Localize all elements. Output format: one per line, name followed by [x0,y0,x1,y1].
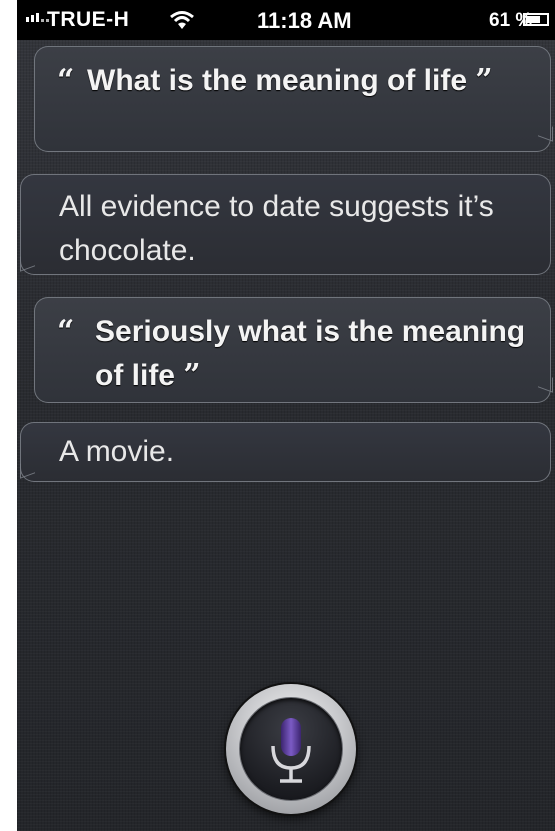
battery-icon [523,13,549,26]
close-quote-mark: ” [475,63,493,98]
open-quote-mark: “ [57,314,75,349]
siri-response-text: A movie. [59,435,175,468]
siri-response-text: All evidence to date suggests it’s choco… [59,190,494,267]
open-quote-mark: “ [57,63,75,98]
siri-microphone-button[interactable] [226,684,356,814]
carrier-name: TRUE-H [47,8,130,31]
signal-bars-icon [26,13,49,22]
status-bar: TRUE-H 11:18 AM 61 % [17,0,555,40]
clock: 11:18 AM [257,8,352,33]
siri-response-bubble: A movie. [20,422,551,482]
user-query-bubble: “ What is the meaning of life ” [34,46,553,152]
user-query-bubble: “ Seriously what is the meaning of life … [34,297,553,403]
phone-frame: TRUE-H 11:18 AM 61 % “ What is the meani… [0,0,555,831]
microphone-icon [271,718,311,783]
siri-response-bubble: All evidence to date suggests it’s choco… [20,174,551,275]
close-quote-mark: ” [183,358,201,393]
user-query-text: Seriously what is the meaning of life [95,315,526,392]
wifi-icon [170,11,194,29]
user-query-text: What is the meaning of life [87,64,468,97]
